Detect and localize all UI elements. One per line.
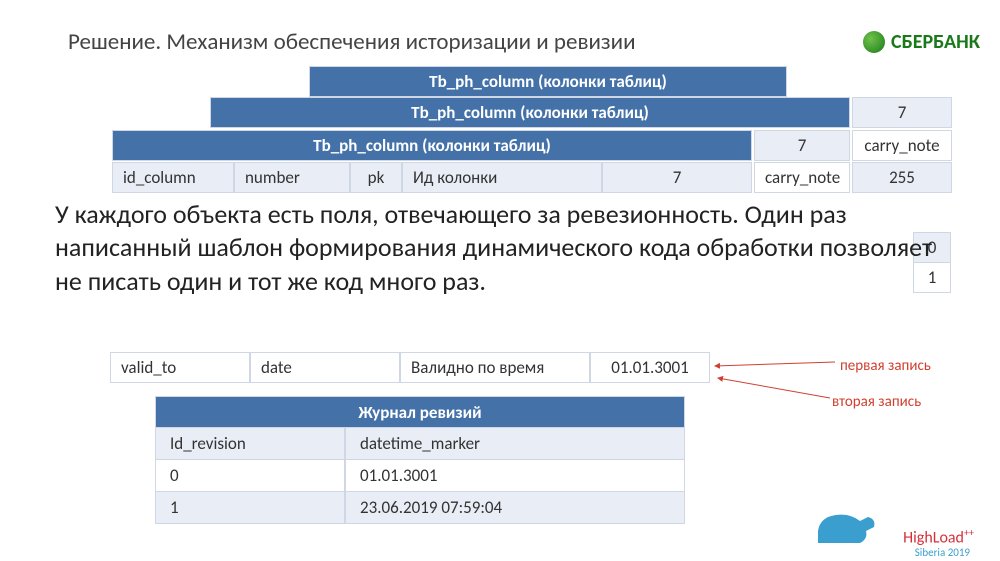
rev-r1-dt: 23.06.2019 07:59:04: [345, 491, 685, 524]
side-255: 255: [852, 162, 952, 193]
stack-header-front: Tb_ph_column (колонки таблиц): [112, 130, 752, 161]
side-7-top: 7: [852, 97, 952, 128]
brand-sub: Siberia 2019: [915, 546, 970, 559]
stack-header-mid: Tb_ph_column (колонки таблиц): [210, 97, 850, 128]
valid-col2: date: [250, 352, 400, 383]
valid-col4: 01.01.3001: [590, 352, 710, 383]
arrow-icon: [710, 350, 840, 410]
bank-name: СБЕРБАНК: [891, 30, 980, 54]
stack-header-back: Tb_ph_column (колонки таблиц): [309, 66, 787, 97]
bear-icon: [810, 503, 882, 551]
brand-name: HighLoad++: [903, 526, 974, 547]
valid-col1: valid_to: [110, 352, 250, 383]
side-carry-mid: carry_note: [754, 162, 850, 193]
rev-col1: Id_revision: [155, 427, 345, 460]
col-7: 7: [602, 162, 752, 193]
col-id: id_column: [112, 162, 234, 193]
rev-header: Журнал ревизий: [155, 396, 685, 429]
valid-col3: Валидно по время: [400, 352, 590, 383]
sberbank-logo-icon: [863, 31, 885, 53]
annot-second: вторая запись: [832, 393, 921, 411]
side-carry-top: carry_note: [852, 130, 952, 161]
body-paragraph: У каждого объекта есть поля, отвечающего…: [55, 198, 940, 298]
side-7-mid: 7: [754, 130, 850, 161]
rev-r1-id: 1: [155, 491, 345, 524]
annot-first: первая запись: [840, 357, 931, 375]
col-number: number: [234, 162, 350, 193]
bank-brand: СБЕРБАНК: [863, 30, 980, 54]
rev-col2: datetime_marker: [345, 427, 685, 460]
col-pk: pk: [350, 162, 402, 193]
col-idname: Ид колонки: [402, 162, 602, 193]
rev-r0-dt: 01.01.3001: [345, 459, 685, 492]
rev-r0-id: 0: [155, 459, 345, 492]
page-title: Решение. Механизм обеспечения историзаци…: [68, 28, 636, 56]
